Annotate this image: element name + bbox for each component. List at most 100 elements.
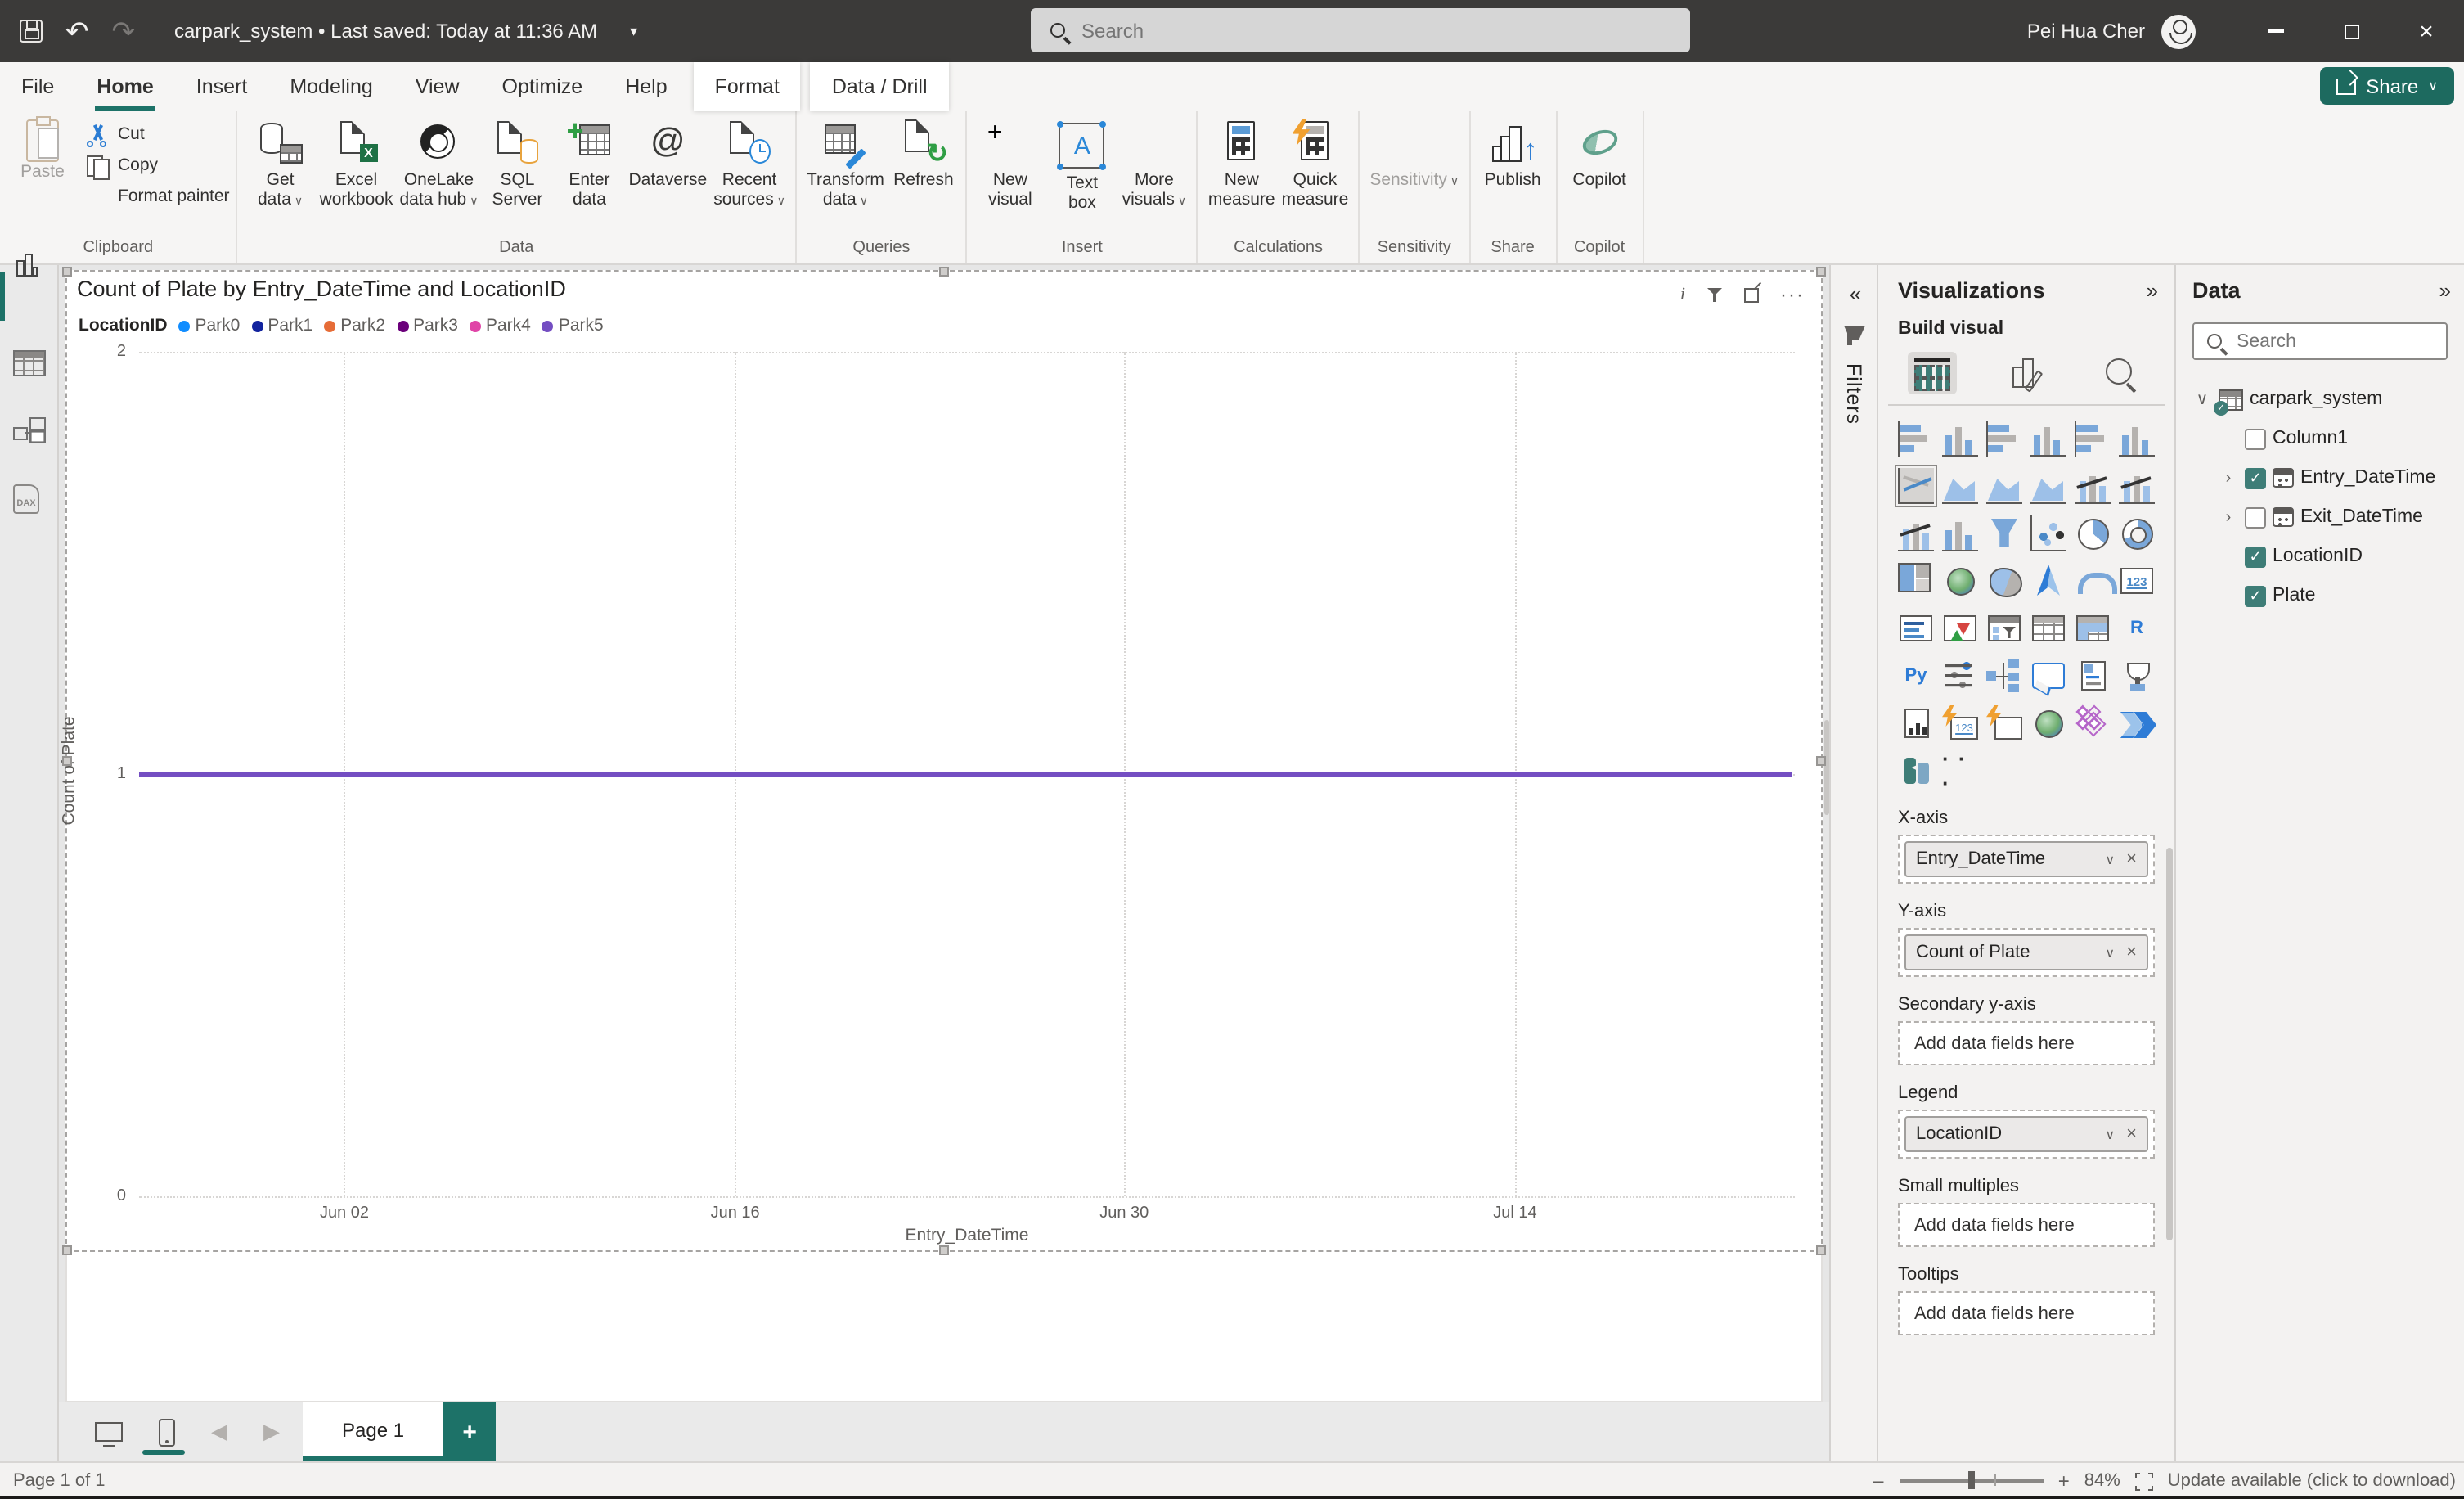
dax-query-view-button[interactable]: DAX [13,484,39,514]
pie-chart-icon[interactable] [2075,515,2111,551]
metrics-icon[interactable] [2119,658,2155,694]
well-dropzone-secondary-y-axis[interactable]: Add data fields here [1898,1021,2155,1065]
global-search[interactable] [1031,8,1690,52]
field-row-exit_datetime[interactable]: › Exit_DateTime [2192,497,2448,537]
legend-item-park4[interactable]: Park4 [470,316,531,335]
table-icon[interactable] [2030,610,2066,646]
multi-row-card-icon[interactable] [1898,610,1934,646]
checkbox-entry_datetime[interactable]: ✓ [2245,467,2266,488]
get-data-button[interactable]: Get data ∨ [245,116,317,213]
remove-field-icon[interactable]: × [2126,849,2137,869]
python-visual-icon[interactable]: Py [1898,658,1934,694]
chevron-right-icon[interactable]: › [2219,469,2238,487]
tab-help[interactable]: Help [604,62,688,111]
format-painter-button[interactable]: Format painter [85,183,230,209]
remove-field-icon[interactable]: × [2126,943,2137,962]
area-chart-icon[interactable] [1942,468,1978,504]
field-row-locationid[interactable]: ✓ LocationID [2192,537,2448,576]
avatar[interactable] [2161,14,2196,48]
save-icon[interactable] [20,20,43,43]
r-script-visual-icon[interactable]: R [2119,610,2155,646]
maximize-button[interactable] [2313,0,2389,62]
tab-data-drill[interactable]: Data / Drill [810,62,949,111]
resize-handle[interactable] [1816,1245,1826,1255]
more-options-icon[interactable]: ··· [1780,284,1805,304]
stacked-bar-chart-icon[interactable] [1898,421,1934,457]
line-chart-icon[interactable] [1895,465,1937,507]
excel-workbook-button[interactable]: X Excel workbook [317,116,397,209]
refresh-button[interactable]: ↻ Refresh [888,116,960,190]
copy-button[interactable]: Copy [85,152,230,180]
field-pill-legend[interactable]: LocationID ∨ × [1904,1116,2148,1152]
field-row-column1[interactable]: Column1 [2192,419,2448,458]
redo-icon[interactable]: ↷ [112,17,136,45]
resize-handle[interactable] [1816,756,1826,766]
tab-optimize[interactable]: Optimize [481,62,605,111]
line-and-stacked-column-chart-icon[interactable] [2075,468,2111,504]
table-row-carpark-system[interactable]: ∨ ✓ carpark_system [2192,380,2448,419]
matrix-icon[interactable] [2075,610,2111,646]
cut-button[interactable]: Cut [85,121,230,147]
gauge-icon[interactable] [2075,563,2117,599]
previous-page-icon[interactable]: ◀ [211,1419,227,1445]
collapse-visualizations-icon[interactable]: » [2147,278,2159,303]
chevron-down-icon[interactable]: ∨ [2192,390,2212,408]
chevron-down-icon[interactable]: ∨ [2105,945,2115,960]
close-button[interactable]: × [2389,0,2464,62]
legend-item-park5[interactable]: Park5 [542,316,604,335]
checkbox-column1[interactable] [2245,428,2266,449]
field-row-plate[interactable]: ✓ Plate [2192,576,2448,615]
fit-to-page-icon[interactable] [2133,1470,2155,1492]
tab-format[interactable]: Format [693,62,801,111]
quick-measure-button[interactable]: Quick measure [1279,116,1352,209]
expand-filters-icon[interactable]: « [1850,281,1862,306]
data-search[interactable] [2192,322,2448,360]
update-available-link[interactable]: Update available (click to download) [2168,1471,2456,1491]
get-more-visuals-icon[interactable]: · · · [1942,746,1978,795]
zoom-slider[interactable] [1899,1471,2044,1490]
search-input[interactable] [1078,17,1618,43]
dataverse-button[interactable]: @ Dataverse [625,116,710,190]
zoom-slider-thumb[interactable] [1967,1471,1975,1490]
100-stacked-column-chart-icon[interactable] [2030,421,2066,457]
well-dropzone-small-multiples[interactable]: Add data fields here [1898,1203,2155,1247]
legend-item-park0[interactable]: Park0 [178,316,240,335]
tab-analytics[interactable] [2096,352,2145,394]
onelake-data-hub-button[interactable]: OneLake data hub ∨ [396,116,481,213]
text-box-button[interactable]: A Text box [1046,116,1118,213]
remove-field-icon[interactable]: × [2126,1124,2137,1144]
field-pill-x-axis[interactable]: Entry_DateTime ∨ × [1904,841,2148,877]
filter-icon[interactable] [1706,287,1723,302]
model-view-button[interactable] [13,417,46,450]
publish-button[interactable]: ↑ Publish [1477,116,1549,190]
q-and-a-icon[interactable] [2030,658,2066,694]
card-new-icon[interactable]: 123 [1942,705,1978,741]
resize-handle[interactable] [62,756,72,766]
canvas-scrollbar[interactable] [1824,720,1829,815]
tab-modeling[interactable]: Modeling [268,62,393,111]
filled-map-icon[interactable] [1986,563,2022,599]
share-button[interactable]: Share ∨ [2320,67,2454,105]
resize-handle[interactable] [939,267,949,277]
tab-insert[interactable]: Insert [175,62,269,111]
chevron-down-icon[interactable]: ∨ [2105,852,2115,867]
chevron-right-icon[interactable]: › [2219,508,2238,526]
zoom-in-button[interactable]: + [2058,1470,2070,1492]
zoom-percent[interactable]: 84% [2084,1471,2120,1491]
zoom-out-button[interactable]: − [1873,1469,1885,1493]
minimize-button[interactable] [2238,0,2313,62]
custom-visual-icon[interactable] [1898,753,1934,789]
line-chart-visual[interactable]: Count of Plate by Entry_DateTime and Loc… [60,267,1826,1255]
sensitivity-button[interactable]: Sensitivity ∨ [1366,116,1462,193]
undo-icon[interactable]: ↶ [65,17,89,45]
arcgis-map-icon[interactable] [2030,705,2066,741]
report-page[interactable]: Count of Plate by Entry_DateTime and Loc… [60,267,1826,1402]
new-measure-button[interactable]: New measure [1205,116,1279,209]
stacked-area-chart-icon[interactable] [1986,468,2022,504]
stacked-column-chart-icon[interactable] [1942,421,1978,457]
treemap-icon[interactable] [1898,563,1931,592]
more-visuals-button[interactable]: More visuals ∨ [1118,116,1190,213]
next-page-icon[interactable]: ▶ [263,1419,280,1445]
well-dropzone[interactable]: Entry_DateTime ∨ × [1898,835,2155,884]
paste-button[interactable]: Paste [7,116,79,182]
